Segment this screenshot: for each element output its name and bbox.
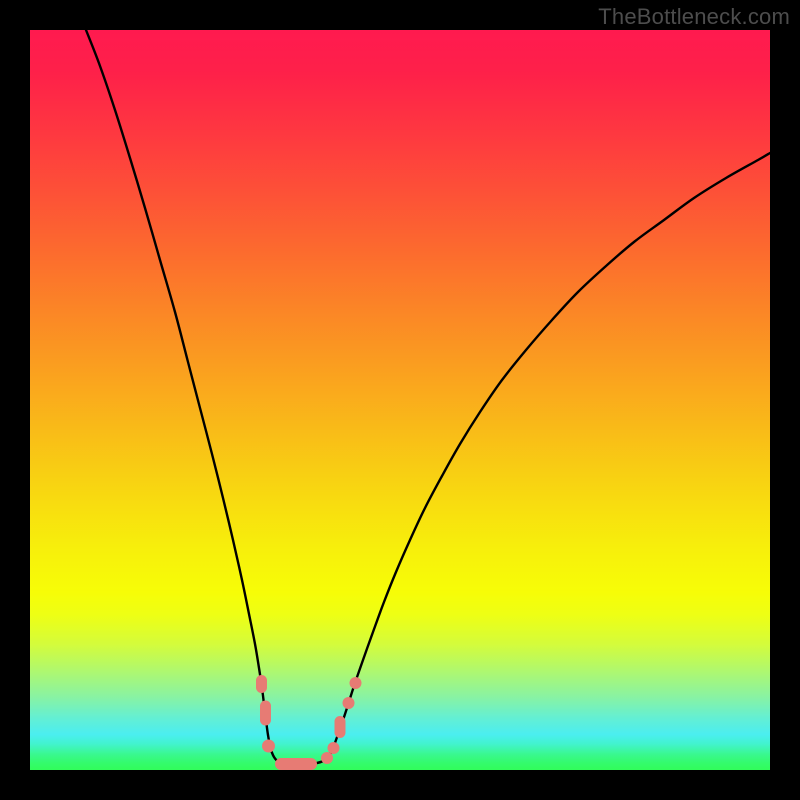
watermark-text: TheBottleneck.com <box>598 4 790 30</box>
v-curve <box>86 30 770 764</box>
data-marker <box>262 740 275 753</box>
plot-area <box>30 30 770 770</box>
data-marker <box>350 677 362 689</box>
curve-layer <box>30 30 770 770</box>
data-marker <box>328 742 340 754</box>
markers <box>256 675 362 770</box>
data-marker <box>343 697 355 709</box>
data-marker <box>256 675 267 693</box>
data-marker <box>275 758 317 770</box>
data-marker <box>335 716 346 738</box>
chart-frame: TheBottleneck.com <box>0 0 800 800</box>
data-marker <box>321 752 333 764</box>
data-marker <box>260 701 271 726</box>
